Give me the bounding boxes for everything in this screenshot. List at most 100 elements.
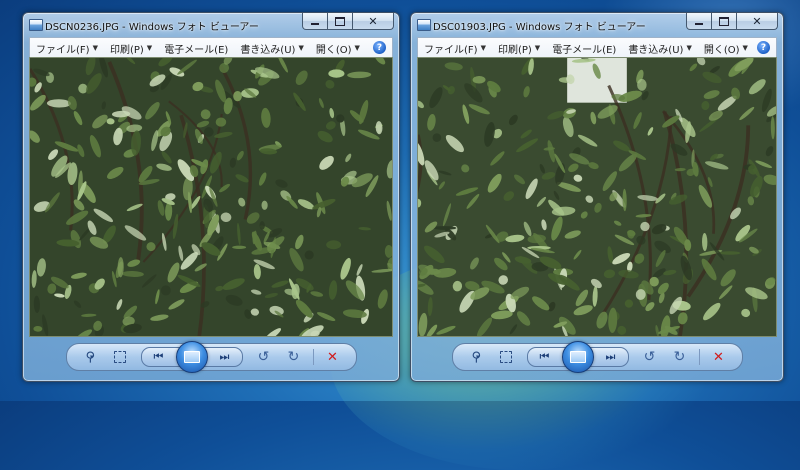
control-bar: ⚲ ▾ ⏮ ⏭ ↺ ↻ ✕ (417, 337, 777, 377)
leaf (719, 251, 741, 255)
leaf (328, 69, 345, 78)
chevron-down-icon: ▼ (146, 44, 153, 52)
delete-button[interactable]: ✕ (708, 347, 730, 367)
menu-email-label: 電子メール(E) (552, 44, 617, 56)
actual-size-icon (499, 351, 512, 363)
chevron-down-icon: ▾ (476, 353, 480, 361)
chevron-down-icon: ▾ (90, 353, 94, 361)
menu-burn[interactable]: 書き込み(U) ▼ (234, 38, 310, 58)
actual-size-icon (113, 351, 126, 363)
menu-burn[interactable]: 書き込み(U) ▼ (622, 38, 698, 58)
photo-viewer-app-icon (417, 19, 431, 31)
controls-pill: ⚲ ▾ ⏮ ⏭ ↺ ↻ ✕ (451, 341, 743, 373)
maximize-button[interactable] (328, 13, 353, 30)
menu-email[interactable]: 電子メール(E) (546, 38, 622, 58)
menu-file-label: ファイル(F) (424, 44, 478, 56)
close-button[interactable]: ✕ (353, 13, 394, 30)
rotate-counterclockwise-icon: ↺ (257, 349, 270, 365)
leaf (326, 240, 342, 250)
menu-email[interactable]: 電子メール(E) (158, 38, 234, 58)
minimize-icon (311, 22, 319, 25)
menu-file[interactable]: ファイル(F) ▼ (418, 38, 492, 58)
menu-bar: ファイル(F) ▼ 印刷(P) ▼ 電子メール(E) 書き込み(U) ▼ 開く(O) ▼… (29, 37, 393, 58)
photo-display[interactable] (417, 57, 777, 337)
photo-viewer-app-icon (29, 19, 43, 31)
menu-open-label: 開く(O) (315, 44, 352, 56)
zoom-button[interactable]: ⚲ ▾ (79, 347, 101, 367)
leaf (624, 299, 634, 308)
title-bar[interactable]: DSCN0236.JPG - Windows フォト ビューアー ✕ (23, 13, 399, 37)
close-icon: ✕ (752, 14, 762, 28)
rotate-counterclockwise-icon: ↺ (643, 349, 656, 365)
close-icon: ✕ (368, 14, 378, 28)
photo-viewer-window-1[interactable]: DSCN0236.JPG - Windows フォト ビューアー ✕ ファイル(… (22, 12, 400, 382)
rotate-clockwise-icon: ↻ (287, 349, 300, 365)
minimize-button[interactable] (686, 13, 712, 30)
chevron-down-icon: ▼ (354, 44, 360, 52)
delete-icon: ✕ (713, 349, 724, 365)
photo-viewer-window-2[interactable]: DSC01903.JPG - Windows フォト ビューアー ✕ ファイル(… (410, 12, 784, 382)
chevron-down-icon: ▼ (534, 44, 541, 52)
minimize-icon (695, 22, 703, 25)
delete-icon: ✕ (327, 349, 338, 365)
menu-open-label: 開く(O) (703, 44, 740, 56)
foliage-photo (30, 58, 392, 336)
caption-buttons: ✕ (302, 13, 394, 30)
menu-print-label: 印刷(P) (497, 44, 532, 56)
menu-email-label: 電子メール(E) (164, 44, 229, 56)
window-title: DSC01903.JPG - Windows フォト ビューアー (433, 22, 646, 33)
leaf (232, 245, 247, 250)
slideshow-icon (569, 351, 586, 363)
menu-file-label: ファイル(F) (36, 44, 90, 56)
menu-bar: ファイル(F) ▼ 印刷(P) ▼ 電子メール(E) 書き込み(U) ▼ 開く(O) ▼… (417, 37, 777, 58)
actual-size-button[interactable] (495, 347, 517, 367)
window-title: DSCN0236.JPG - Windows フォト ビューアー (45, 22, 259, 33)
previous-button[interactable]: ⏮ (148, 347, 170, 367)
leaf (432, 226, 457, 230)
foliage-photo (418, 58, 776, 336)
title-bar[interactable]: DSC01903.JPG - Windows フォト ビューアー ✕ (411, 13, 783, 37)
toolbar-separator (312, 349, 314, 365)
menu-print[interactable]: 印刷(P) ▼ (104, 38, 158, 58)
rotate-ccw-button[interactable]: ↺ (639, 347, 661, 367)
maximize-button[interactable] (712, 13, 737, 30)
zoom-button[interactable]: ⚲ ▾ (465, 347, 487, 367)
chevron-down-icon: ▼ (92, 44, 98, 52)
control-bar: ⚲ ▾ ⏮ ⏭ ↺ ↻ ✕ (29, 337, 393, 377)
rotate-ccw-button[interactable]: ↺ (253, 347, 275, 367)
menu-print[interactable]: 印刷(P) ▼ (492, 38, 546, 58)
menu-burn-label: 書き込み(U) (628, 44, 684, 56)
rotate-clockwise-icon: ↻ (673, 349, 686, 365)
chevron-down-icon: ▼ (686, 44, 692, 52)
toolbar-separator (698, 349, 700, 365)
maximize-icon (335, 16, 345, 26)
chevron-down-icon: ▼ (742, 44, 748, 52)
previous-icon: ⏮ (539, 350, 550, 363)
caption-buttons: ✕ (686, 13, 778, 30)
slideshow-button[interactable] (561, 341, 594, 373)
controls-pill: ⚲ ▾ ⏮ ⏭ ↺ ↻ ✕ (65, 341, 357, 373)
actual-size-button[interactable] (109, 347, 131, 367)
help-icon[interactable]: ? (373, 41, 386, 54)
slideshow-icon (183, 351, 200, 363)
photo-display[interactable] (29, 57, 393, 337)
next-icon: ⏭ (605, 350, 616, 363)
delete-button[interactable]: ✕ (322, 347, 344, 367)
help-icon[interactable]: ? (757, 41, 770, 54)
menu-open[interactable]: 開く(O) ▼ (698, 38, 754, 58)
menu-file[interactable]: ファイル(F) ▼ (30, 38, 104, 58)
navigation-group: ⏮ ⏭ (140, 341, 243, 373)
menu-print-label: 印刷(P) (109, 44, 144, 56)
menu-burn-label: 書き込み(U) (240, 44, 296, 56)
slideshow-button[interactable] (175, 341, 208, 373)
rotate-cw-button[interactable]: ↻ (283, 347, 305, 367)
next-icon: ⏭ (219, 350, 230, 363)
close-button[interactable]: ✕ (737, 13, 778, 30)
previous-button[interactable]: ⏮ (534, 347, 556, 367)
menu-open[interactable]: 開く(O) ▼ (310, 38, 366, 58)
next-button[interactable]: ⏭ (600, 347, 622, 367)
rotate-cw-button[interactable]: ↻ (669, 347, 691, 367)
chevron-down-icon: ▼ (480, 44, 486, 52)
minimize-button[interactable] (302, 13, 328, 30)
next-button[interactable]: ⏭ (214, 347, 236, 367)
